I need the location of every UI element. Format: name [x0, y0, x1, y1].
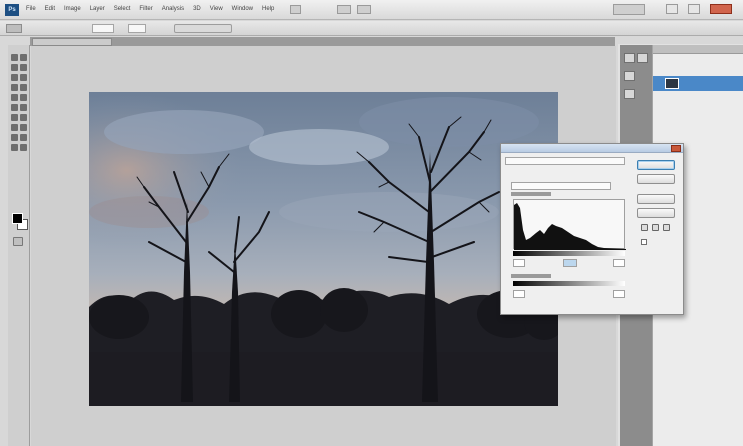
maximize-icon[interactable] [688, 4, 700, 14]
options-field[interactable] [128, 24, 146, 33]
clone-stamp-tool-icon[interactable] [11, 94, 18, 101]
gradient-tool-icon[interactable] [20, 104, 27, 111]
menu-item-filter[interactable]: Filter [139, 6, 152, 12]
crop-tool-icon[interactable] [11, 74, 18, 81]
gray-eyedropper-icon[interactable] [652, 224, 659, 231]
workspace-switcher[interactable] [613, 4, 645, 15]
input-levels-slider[interactable] [513, 251, 625, 256]
foreground-color-swatch[interactable] [12, 213, 23, 224]
white-eyedropper-icon[interactable] [663, 224, 670, 231]
ok-button[interactable] [637, 160, 675, 170]
options-button[interactable] [637, 208, 675, 218]
minimize-icon[interactable] [666, 4, 678, 14]
dialog-title-bar[interactable] [501, 144, 683, 153]
levels-dialog [500, 143, 684, 315]
hand-tool-icon[interactable] [11, 144, 18, 151]
panel-icon[interactable] [637, 53, 648, 63]
output-white-field[interactable] [613, 290, 625, 298]
type-tool-icon[interactable] [11, 124, 18, 131]
dodge-tool-icon[interactable] [11, 114, 18, 121]
zoom-icon[interactable] [290, 5, 301, 14]
quick-mask-icon[interactable] [13, 237, 23, 246]
close-icon[interactable] [710, 4, 732, 14]
document-tab-strip [30, 37, 615, 46]
layer-thumbnail [665, 78, 679, 89]
layer-row-selected[interactable] [653, 76, 743, 91]
menu-item-view[interactable]: View [210, 6, 223, 12]
menu-bar: Ps File Edit Image Layer Select Filter Analysi… [0, 0, 743, 20]
marquee-tool-icon[interactable] [20, 54, 27, 61]
menu-item-image[interactable]: Image [64, 6, 81, 12]
auto-button[interactable] [637, 194, 675, 204]
input-gamma-field[interactable] [563, 259, 577, 267]
history-brush-tool-icon[interactable] [20, 94, 27, 101]
menu-items: File Edit Image Layer Select Filter Analysis 3D… [26, 6, 274, 12]
healing-brush-tool-icon[interactable] [11, 84, 18, 91]
menu-item-window[interactable]: Window [232, 6, 253, 12]
channel-select[interactable] [511, 182, 611, 190]
menu-item-3d[interactable]: 3D [193, 6, 201, 12]
output-black-field[interactable] [513, 290, 525, 298]
panel-icon[interactable] [624, 53, 635, 63]
options-bar [0, 21, 743, 36]
menu-item-layer[interactable]: Layer [90, 6, 105, 12]
cancel-button[interactable] [637, 174, 675, 184]
menu-item-edit[interactable]: Edit [45, 6, 55, 12]
eyedropper-tool-icon[interactable] [20, 74, 27, 81]
eraser-tool-icon[interactable] [11, 104, 18, 111]
black-eyedropper-icon[interactable] [641, 224, 648, 231]
panel-icon[interactable] [624, 89, 635, 99]
path-selection-tool-icon[interactable] [20, 124, 27, 131]
3d-rotate-tool-icon[interactable] [20, 134, 27, 141]
menu-item-help[interactable]: Help [262, 6, 274, 12]
preset-select[interactable] [505, 157, 625, 165]
preview-checkbox[interactable] [641, 239, 647, 245]
options-field[interactable] [92, 24, 114, 33]
shape-tool-icon[interactable] [11, 134, 18, 141]
sunset-trees-photo [89, 92, 558, 406]
output-levels-slider[interactable] [513, 281, 625, 286]
input-levels-label [511, 192, 551, 196]
photoshop-logo-icon[interactable]: Ps [5, 4, 19, 16]
tool-preset-picker[interactable] [6, 24, 22, 33]
brush-tool-icon[interactable] [20, 84, 27, 91]
menu-item-select[interactable]: Select [114, 6, 131, 12]
arrange-documents-icon[interactable] [337, 5, 351, 14]
zoom-tool-icon[interactable] [20, 144, 27, 151]
input-black-field[interactable] [513, 259, 525, 267]
quick-selection-tool-icon[interactable] [20, 64, 27, 71]
screen-mode-icon[interactable] [357, 5, 371, 14]
layers-panel-header[interactable] [653, 45, 743, 54]
menu-item-analysis[interactable]: Analysis [162, 6, 184, 12]
move-tool-icon[interactable] [11, 54, 18, 61]
input-white-field[interactable] [613, 259, 625, 267]
menu-item-file[interactable]: File [26, 6, 36, 12]
document-tab[interactable] [32, 38, 112, 46]
pen-tool-icon[interactable] [20, 114, 27, 121]
output-levels-label [511, 274, 551, 278]
options-button[interactable] [174, 24, 232, 33]
tools-panel [8, 45, 30, 446]
close-icon[interactable] [671, 145, 681, 152]
histogram [513, 199, 626, 250]
histogram-graph [514, 203, 626, 250]
lasso-tool-icon[interactable] [11, 64, 18, 71]
document-photo[interactable] [89, 92, 558, 406]
panel-icon[interactable] [624, 71, 635, 81]
